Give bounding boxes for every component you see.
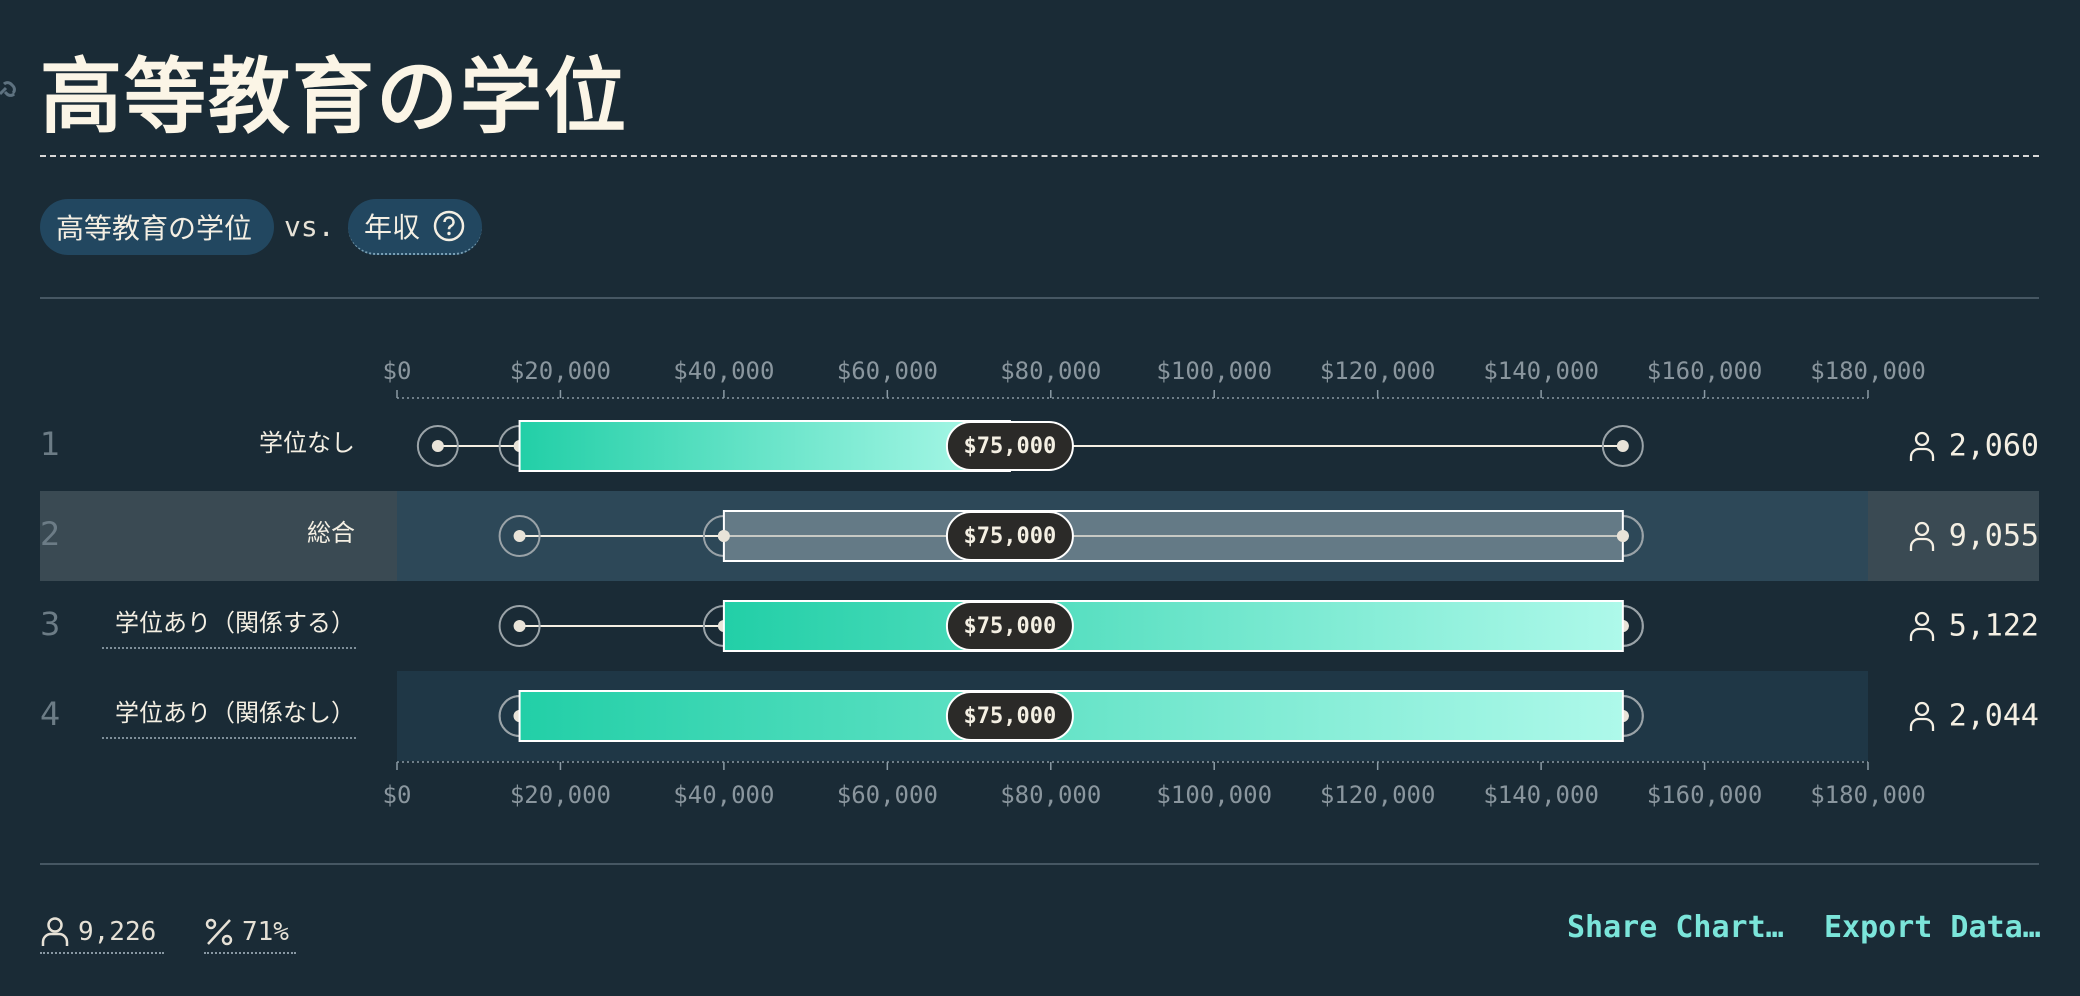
whisker-max-dot bbox=[1616, 440, 1629, 452]
median-label: $75,000 bbox=[964, 524, 1057, 549]
axis-tick-label: $120,000 bbox=[1320, 357, 1436, 385]
median-label: $75,000 bbox=[964, 434, 1057, 459]
help-icon[interactable] bbox=[432, 209, 466, 243]
row-rank: 3 bbox=[40, 605, 60, 643]
q1-dot bbox=[717, 530, 730, 542]
person-icon bbox=[1909, 431, 1935, 461]
y-variable-label: 年収 bbox=[364, 211, 421, 244]
chart-row[interactable]: 1 学位なし $75,000 2,060 bbox=[40, 420, 2039, 472]
percent-value: 71% bbox=[242, 917, 289, 947]
whisker-min-dot bbox=[513, 530, 526, 542]
axis-tick-label: $60,000 bbox=[837, 357, 938, 385]
whisker-min-dot bbox=[513, 620, 526, 632]
x-variable-selector[interactable]: 高等教育の学位 bbox=[40, 199, 274, 255]
axis-tick-label: $60,000 bbox=[837, 781, 938, 809]
person-icon-head bbox=[1914, 611, 1930, 627]
q3-dot bbox=[1616, 530, 1629, 542]
person-icon bbox=[41, 917, 69, 946]
axis-tick-label: $100,000 bbox=[1156, 357, 1272, 385]
axis-tick-label: $140,000 bbox=[1483, 781, 1599, 809]
total-count: 9,226 bbox=[78, 917, 157, 947]
axis-tick-label: $140,000 bbox=[1483, 357, 1599, 385]
row-label: 学位なし bbox=[259, 429, 355, 457]
row-count: 2,044 bbox=[1949, 699, 2039, 734]
whisker-min-dot bbox=[431, 440, 444, 452]
median-label: $75,000 bbox=[964, 704, 1057, 729]
x-axis-top: $0 $20,000 $40,000 $60,000 $80,000 $100,000 $1… bbox=[383, 357, 1926, 399]
x-variable-label: 高等教育の学位 bbox=[56, 212, 253, 245]
footer-divider bbox=[40, 863, 2039, 865]
axis-tick-label: $80,000 bbox=[1000, 357, 1101, 385]
axis-tick-label: $180,000 bbox=[1810, 357, 1926, 385]
row-label: 総合 bbox=[307, 519, 355, 547]
axis-tick-label: $0 bbox=[383, 357, 412, 385]
axis-tick-label: $120,000 bbox=[1320, 781, 1436, 809]
chart-row[interactable]: 3 学位あり（関係する） $75,000 5,122 bbox=[40, 600, 2039, 652]
axis-tick-label: $100,000 bbox=[1156, 781, 1272, 809]
axis-tick-label: $20,000 bbox=[510, 357, 611, 385]
person-icon bbox=[1909, 701, 1935, 731]
person-icon-head bbox=[1914, 701, 1930, 717]
percent-icon bbox=[205, 918, 233, 946]
row-label: 学位あり（関係する） bbox=[115, 609, 355, 637]
axis-tick-label: $0 bbox=[383, 781, 412, 809]
share-chart-button[interactable]: Share Chart… bbox=[1567, 910, 1784, 945]
axis-tick-label: $80,000 bbox=[1000, 781, 1101, 809]
row-rank: 4 bbox=[40, 695, 60, 733]
axis-tick-label: $40,000 bbox=[673, 357, 774, 385]
box-plot-chart: $0 $20,000 $40,000 $60,000 $80,000 $100,000 $1… bbox=[40, 357, 2039, 809]
person-icon-body bbox=[1909, 447, 1935, 461]
title-divider bbox=[40, 155, 2039, 157]
row-count: 5,122 bbox=[1949, 609, 2039, 644]
link-icon[interactable] bbox=[0, 74, 24, 104]
iqr-box bbox=[518, 420, 1011, 472]
person-icon-head bbox=[1914, 431, 1930, 447]
axis-tick-label: $40,000 bbox=[673, 781, 774, 809]
header-divider bbox=[40, 297, 2039, 299]
x-axis-bottom: $0 $20,000 $40,000 $60,000 $80,000 $100,000 $1… bbox=[383, 761, 1926, 809]
row-count: 2,060 bbox=[1949, 429, 2039, 464]
row-rank: 1 bbox=[40, 425, 60, 463]
page-title: 高等教育の学位 bbox=[40, 50, 629, 145]
export-data-button[interactable]: Export Data… bbox=[1824, 910, 2041, 945]
person-icon-body bbox=[1909, 717, 1935, 731]
axis-tick-label: $180,000 bbox=[1810, 781, 1926, 809]
median-label: $75,000 bbox=[964, 614, 1057, 639]
axis-tick-label: $160,000 bbox=[1647, 357, 1763, 385]
vs-label: vs. bbox=[284, 210, 335, 243]
axis-tick-label: $160,000 bbox=[1647, 781, 1763, 809]
y-variable-selector[interactable]: 年収 bbox=[348, 199, 482, 255]
row-rank: 2 bbox=[40, 515, 60, 553]
row-label: 学位あり（関係なし） bbox=[115, 699, 355, 727]
total-respondents[interactable]: 9,226 bbox=[40, 912, 164, 954]
response-rate[interactable]: 71% bbox=[204, 912, 296, 954]
row-count: 9,055 bbox=[1949, 519, 2039, 554]
iqr-box bbox=[722, 600, 1624, 652]
person-icon-body bbox=[1909, 627, 1935, 641]
person-icon bbox=[1909, 611, 1935, 641]
axis-tick-label: $20,000 bbox=[510, 781, 611, 809]
